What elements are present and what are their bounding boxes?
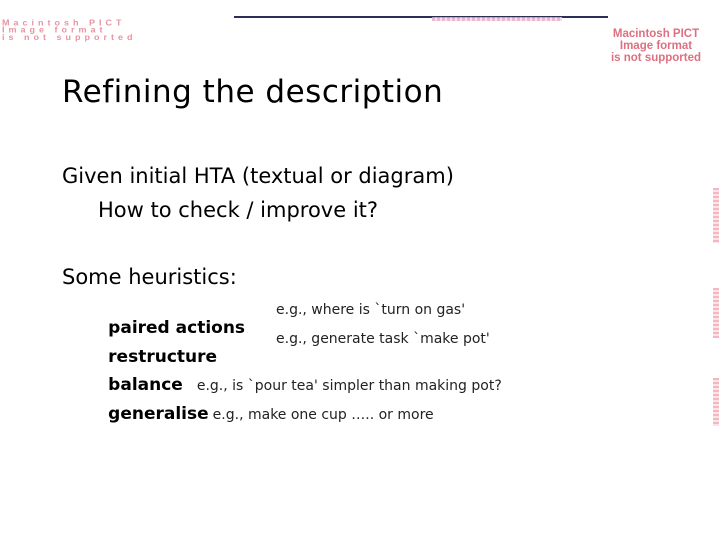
heuristic-example: e.g., where is `turn on gas' <box>276 302 466 318</box>
intro-text: Given initial HTA (textual or diagram) <box>62 164 454 188</box>
heuristic-example: e.g., make one cup ….. or more <box>212 407 434 423</box>
pict-edge-fragment <box>713 188 719 243</box>
pict-placeholder-right: Macintosh PICT Image format is not suppo… <box>592 28 720 64</box>
pict-line: Macintosh PICT <box>612 28 700 40</box>
pict-placeholder-top-strip <box>432 17 562 21</box>
heuristic-item: generalise e.g., make one cup ….. or more <box>98 385 434 424</box>
slide-title: Refining the description <box>62 74 444 110</box>
heuristic-term: generalise <box>108 404 209 424</box>
pict-line: Image format <box>619 40 693 52</box>
question-text: How to check / improve it? <box>98 198 379 222</box>
pict-placeholder-top-left: Macintosh PICT Image format is not suppo… <box>2 18 137 42</box>
pict-line: is not supported <box>610 52 702 64</box>
heuristics-label: Some heuristics: <box>62 265 237 289</box>
heuristic-example: e.g., generate task `make pot' <box>276 331 490 347</box>
pict-edge-fragment <box>713 288 719 338</box>
pict-edge-fragment <box>713 378 719 426</box>
